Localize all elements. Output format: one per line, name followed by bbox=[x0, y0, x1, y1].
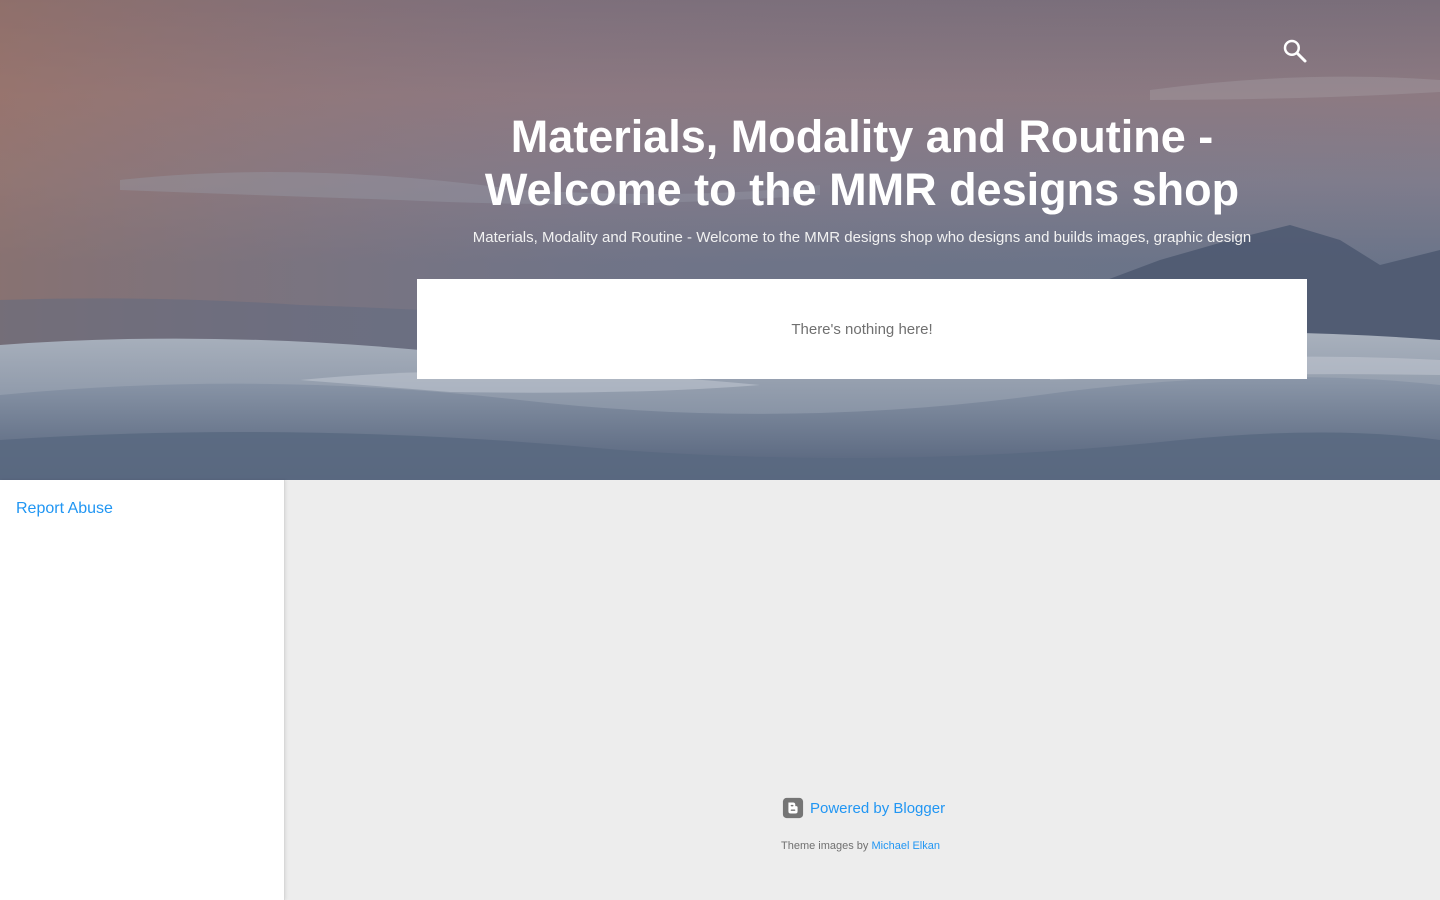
header-banner: Materials, Modality and Routine - Welcom… bbox=[0, 0, 1440, 480]
powered-by-label: Powered by Blogger bbox=[810, 799, 946, 817]
search-button[interactable] bbox=[1280, 36, 1310, 66]
sidebar: Report Abuse bbox=[0, 480, 285, 900]
theme-credit-prefix: Theme images by bbox=[781, 840, 869, 852]
blogger-icon bbox=[782, 797, 804, 819]
theme-credit: Theme images by Michael Elkan bbox=[781, 840, 940, 852]
posts-empty-card: There's nothing here! bbox=[417, 279, 1307, 379]
powered-by-blogger-link[interactable]: Powered by Blogger bbox=[782, 796, 945, 820]
theme-credit-author-link[interactable]: Michael Elkan bbox=[872, 840, 940, 852]
search-icon bbox=[1283, 39, 1307, 63]
blog-title[interactable]: Materials, Modality and Routine - Welcom… bbox=[417, 110, 1307, 216]
blog-description: Materials, Modality and Routine - Welcom… bbox=[472, 229, 1252, 246]
empty-message: There's nothing here! bbox=[791, 320, 933, 338]
report-abuse-link[interactable]: Report Abuse bbox=[16, 500, 113, 518]
